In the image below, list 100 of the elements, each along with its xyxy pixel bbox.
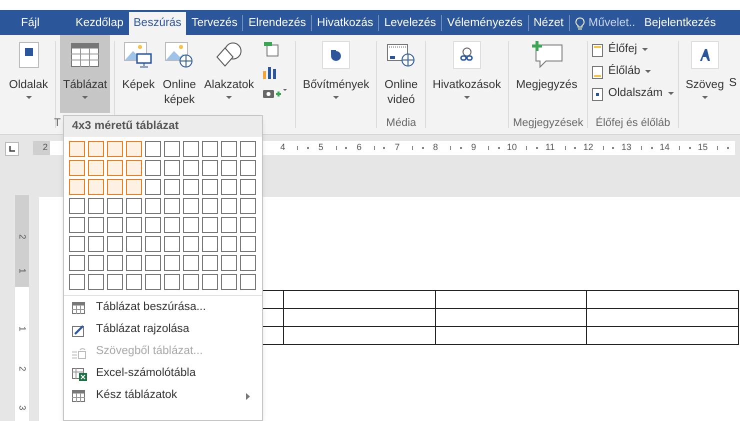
grid-cell[interactable] bbox=[107, 236, 123, 252]
grid-cell[interactable] bbox=[202, 141, 218, 157]
ribbon-button[interactable]: Online videó bbox=[381, 35, 421, 113]
grid-cell[interactable] bbox=[69, 274, 85, 290]
grid-cell[interactable] bbox=[126, 141, 142, 157]
grid-cell[interactable] bbox=[164, 217, 180, 233]
grid-cell[interactable] bbox=[69, 255, 85, 271]
grid-cell[interactable] bbox=[164, 236, 180, 252]
grid-cell[interactable] bbox=[240, 179, 256, 195]
ribbon-small-button[interactable]: Élőláb bbox=[592, 61, 674, 83]
grid-cell[interactable] bbox=[183, 141, 199, 157]
ribbon-small-button[interactable]: Élőfej bbox=[592, 39, 674, 61]
grid-cell[interactable] bbox=[145, 236, 161, 252]
grid-cell[interactable] bbox=[240, 274, 256, 290]
smartart-icon[interactable] bbox=[262, 41, 279, 57]
grid-cell[interactable] bbox=[88, 179, 104, 195]
grid-cell[interactable] bbox=[126, 217, 142, 233]
grid-cell[interactable] bbox=[107, 274, 123, 290]
grid-cell[interactable] bbox=[69, 141, 85, 157]
grid-cell[interactable] bbox=[221, 160, 237, 176]
grid-cell[interactable] bbox=[145, 179, 161, 195]
grid-cell[interactable] bbox=[126, 274, 142, 290]
grid-cell[interactable] bbox=[183, 255, 199, 271]
grid-cell[interactable] bbox=[107, 179, 123, 195]
grid-cell[interactable] bbox=[183, 198, 199, 214]
grid-cell[interactable] bbox=[145, 274, 161, 290]
grid-cell[interactable] bbox=[240, 141, 256, 157]
ribbon-tab[interactable]: Nézet bbox=[528, 12, 569, 35]
grid-cell[interactable] bbox=[221, 217, 237, 233]
grid-cell[interactable] bbox=[221, 236, 237, 252]
grid-cell[interactable] bbox=[221, 274, 237, 290]
ribbon-small-button[interactable]: Oldalszám bbox=[592, 83, 674, 105]
grid-cell[interactable] bbox=[202, 274, 218, 290]
ribbon-tab[interactable]: Elrendezés bbox=[243, 12, 312, 35]
grid-cell[interactable] bbox=[126, 198, 142, 214]
ribbon-tab[interactable]: Levelezés bbox=[379, 12, 442, 35]
grid-cell[interactable] bbox=[145, 217, 161, 233]
grid-cell[interactable] bbox=[126, 236, 142, 252]
grid-cell[interactable] bbox=[183, 236, 199, 252]
grid-cell[interactable] bbox=[164, 179, 180, 195]
ribbon-button[interactable]: Online képek bbox=[160, 35, 200, 113]
grid-cell[interactable] bbox=[69, 160, 85, 176]
grid-cell[interactable] bbox=[145, 198, 161, 214]
grid-cell[interactable] bbox=[240, 236, 256, 252]
grid-cell[interactable] bbox=[202, 160, 218, 176]
menu-item[interactable]: Kész táblázatok bbox=[64, 385, 262, 407]
ribbon-tab[interactable]: Beszúrás bbox=[128, 12, 186, 35]
grid-cell[interactable] bbox=[107, 198, 123, 214]
grid-cell[interactable] bbox=[202, 198, 218, 214]
ribbon-button[interactable]: Oldalak bbox=[6, 35, 51, 113]
grid-cell[interactable] bbox=[145, 141, 161, 157]
grid-cell[interactable] bbox=[240, 160, 256, 176]
grid-cell[interactable] bbox=[69, 179, 85, 195]
grid-cell[interactable] bbox=[221, 179, 237, 195]
grid-cell[interactable] bbox=[145, 160, 161, 176]
grid-cell[interactable] bbox=[164, 274, 180, 290]
ribbon-button[interactable]: Bővítmények bbox=[300, 35, 372, 113]
grid-cell[interactable] bbox=[183, 274, 199, 290]
grid-cell[interactable] bbox=[240, 217, 256, 233]
grid-cell[interactable] bbox=[202, 217, 218, 233]
grid-cell[interactable] bbox=[88, 198, 104, 214]
grid-cell[interactable] bbox=[183, 217, 199, 233]
grid-cell[interactable] bbox=[221, 255, 237, 271]
ribbon-tab[interactable]: Hivatkozás bbox=[312, 12, 378, 35]
grid-cell[interactable] bbox=[88, 236, 104, 252]
grid-cell[interactable] bbox=[107, 217, 123, 233]
grid-cell[interactable] bbox=[88, 274, 104, 290]
grid-cell[interactable] bbox=[164, 141, 180, 157]
grid-cell[interactable] bbox=[88, 255, 104, 271]
grid-cell[interactable] bbox=[240, 198, 256, 214]
ribbon-button[interactable]: S bbox=[728, 35, 737, 92]
grid-cell[interactable] bbox=[164, 198, 180, 214]
grid-cell[interactable] bbox=[126, 255, 142, 271]
screenshot-icon[interactable] bbox=[262, 87, 287, 99]
grid-cell[interactable] bbox=[202, 255, 218, 271]
ribbon-button[interactable]: Képek bbox=[119, 35, 158, 113]
grid-cell[interactable] bbox=[221, 198, 237, 214]
grid-cell[interactable] bbox=[88, 141, 104, 157]
grid-cell[interactable] bbox=[126, 160, 142, 176]
ribbon-button[interactable]: Megjegyzés bbox=[512, 35, 580, 113]
grid-cell[interactable] bbox=[88, 217, 104, 233]
grid-cell[interactable] bbox=[183, 179, 199, 195]
grid-cell[interactable] bbox=[202, 236, 218, 252]
grid-cell[interactable] bbox=[69, 198, 85, 214]
grid-cell[interactable] bbox=[183, 160, 199, 176]
ribbon-tab[interactable]: Véleményezés bbox=[442, 12, 528, 35]
ribbon-tab[interactable]: Fájl bbox=[16, 12, 45, 35]
grid-cell[interactable] bbox=[164, 160, 180, 176]
grid-cell[interactable] bbox=[107, 141, 123, 157]
grid-cell[interactable] bbox=[126, 179, 142, 195]
grid-cell[interactable] bbox=[145, 255, 161, 271]
tab-selector[interactable] bbox=[5, 142, 19, 156]
grid-cell[interactable] bbox=[107, 160, 123, 176]
menu-item[interactable]: Táblázat beszúrása... bbox=[64, 297, 262, 319]
grid-cell[interactable] bbox=[240, 255, 256, 271]
grid-cell[interactable] bbox=[107, 255, 123, 271]
bar-chart-icon[interactable] bbox=[262, 65, 277, 79]
grid-cell[interactable] bbox=[164, 255, 180, 271]
ribbon-button[interactable]: Alakzatok bbox=[201, 35, 257, 113]
tell-me-button[interactable]: Művelet.. bbox=[570, 12, 640, 35]
